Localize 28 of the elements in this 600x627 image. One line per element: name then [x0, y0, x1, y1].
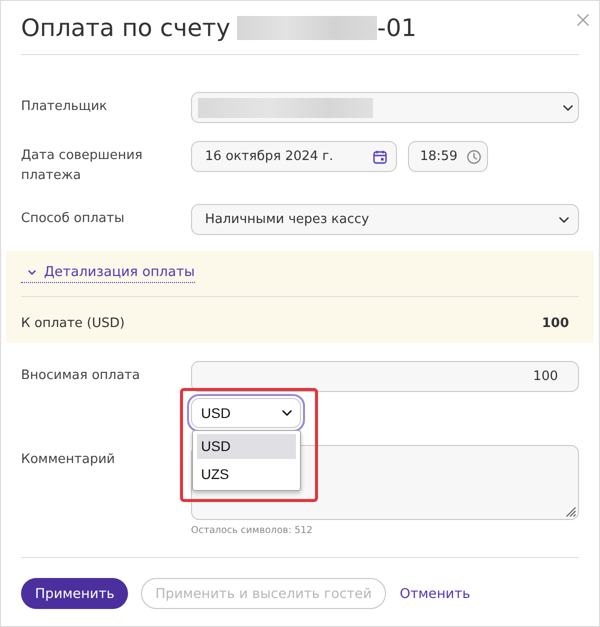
chevron-down-icon: [563, 104, 573, 110]
summary-label: К оплате (USD): [21, 315, 125, 333]
character-counter: Осталось символов: 512: [191, 525, 314, 537]
field-label: Плательщик: [21, 98, 108, 116]
select-field[interactable]: [191, 92, 579, 123]
details-toggle[interactable]: Детализация оплаты: [21, 263, 195, 283]
time-field[interactable]: 18:59: [408, 141, 488, 172]
summary-value: 100: [542, 315, 569, 333]
chevron-down-icon: [282, 410, 292, 416]
dropdown-option[interactable]: USD: [197, 434, 296, 459]
field-label: Способ оплаты: [21, 210, 126, 228]
dropdown-option[interactable]: UZS: [197, 462, 296, 487]
chevron-down-icon: [28, 270, 36, 275]
apply-button[interactable]: Применить: [21, 578, 128, 609]
dialog-title: Оплата по счету: [21, 14, 230, 42]
field-label: Вносимая оплата: [21, 367, 141, 385]
cancel-link[interactable]: Отменить: [398, 578, 472, 609]
chevron-down-icon: [559, 216, 569, 222]
field-label: Комментарий: [21, 451, 116, 469]
calendar-icon[interactable]: [373, 150, 387, 164]
close-icon[interactable]: [577, 14, 589, 26]
clock-icon[interactable]: [467, 150, 481, 164]
invoice-number-suffix: -01: [377, 14, 416, 42]
resize-grip-icon[interactable]: [566, 507, 576, 517]
amount-field[interactable]: 100: [191, 361, 579, 392]
field-label: Дата совершения платежа: [21, 147, 144, 185]
date-field[interactable]: 16 октября 2024 г.: [191, 141, 397, 172]
select-field[interactable]: Наличными через кассу: [191, 204, 579, 235]
